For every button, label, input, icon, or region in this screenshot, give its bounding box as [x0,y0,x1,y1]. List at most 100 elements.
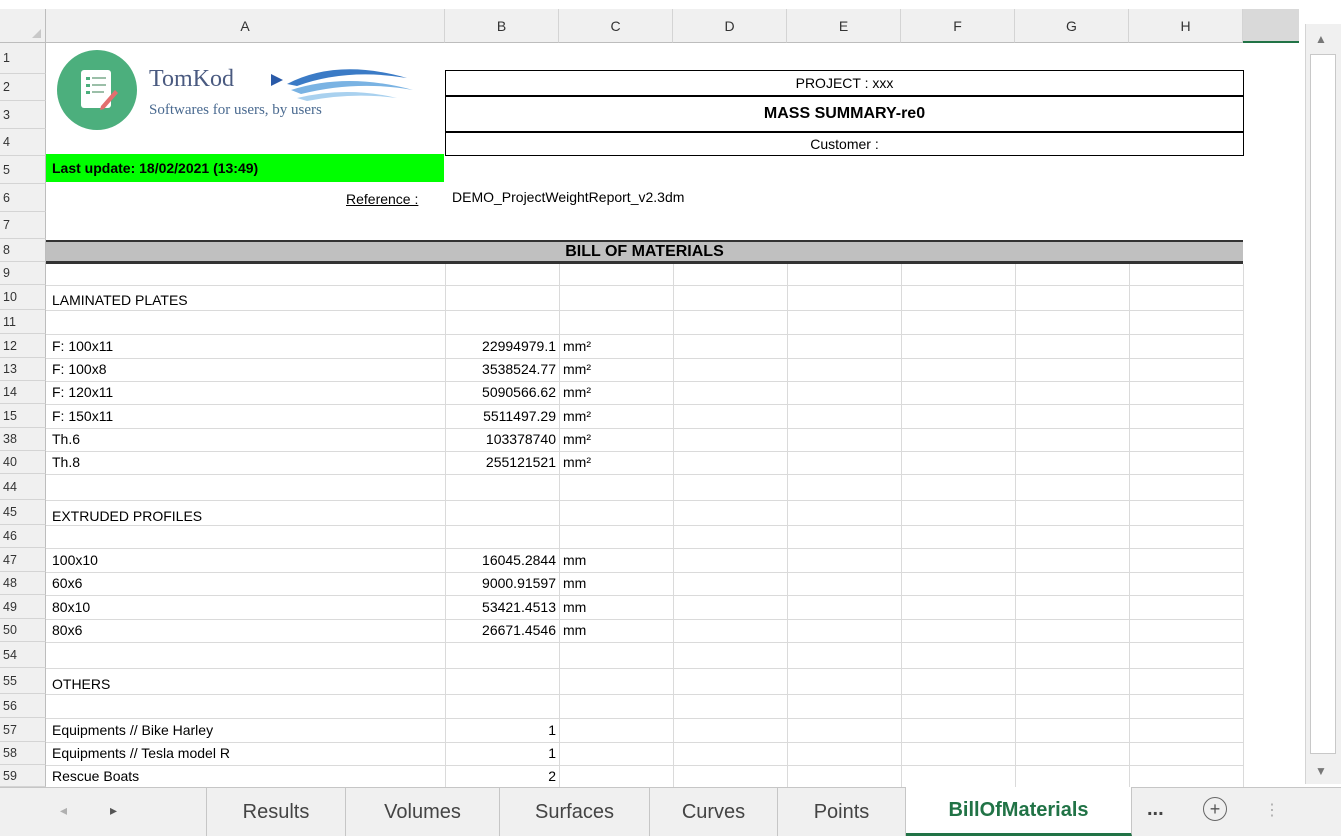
laminated-value[interactable]: 255121521 [445,452,556,473]
reference-value[interactable]: DEMO_ProjectWeightReport_v2.3dm [452,187,684,208]
laminated-name[interactable]: Th.6 [52,429,80,450]
extruded-value[interactable]: 53421.4513 [445,597,556,618]
extruded-unit[interactable]: mm [563,550,586,571]
extruded-value[interactable]: 26671.4546 [445,620,556,641]
laminated-name[interactable]: F: 100x11 [52,336,113,357]
laminated-name[interactable]: F: 100x8 [52,359,106,380]
laminated-name[interactable]: F: 120x11 [52,382,113,403]
laminated-name[interactable]: Th.8 [52,452,80,473]
tab-scroll-left-icon[interactable]: ◂ [60,802,67,819]
row-header-8[interactable]: 8 [0,239,46,262]
scroll-up-icon[interactable]: ▲ [1315,32,1327,46]
project-cell[interactable]: PROJECT : xxx [445,70,1244,96]
row-header-55[interactable]: 55 [0,668,46,694]
column-header-d[interactable]: D [673,9,787,43]
row-header-2[interactable]: 2 [0,74,46,101]
row-header-48[interactable]: 48 [0,572,46,595]
extruded-name[interactable]: 60x6 [52,573,82,594]
section-others[interactable]: OTHERS [52,674,110,695]
column-header-h[interactable]: H [1129,9,1243,43]
row-header-46[interactable]: 46 [0,525,46,548]
row-header-13[interactable]: 13 [0,358,46,381]
extruded-value[interactable]: 16045.2844 [445,550,556,571]
row-header-40[interactable]: 40 [0,451,46,474]
row-header-11[interactable]: 11 [0,310,46,334]
laminated-value[interactable]: 3538524.77 [445,359,556,380]
laminated-value[interactable]: 5090566.62 [445,382,556,403]
other-name[interactable]: Rescue Boats [52,766,139,787]
section-extruded-profiles[interactable]: EXTRUDED PROFILES [52,506,202,527]
row-header-38[interactable]: 38 [0,428,46,451]
laminated-unit[interactable]: mm² [563,452,591,473]
scroll-down-icon[interactable]: ▼ [1315,764,1327,778]
more-tabs-button[interactable]: ... [1147,798,1164,821]
laminated-name[interactable]: F: 150x11 [52,406,113,427]
row-header-12[interactable]: 12 [0,334,46,358]
tab-bar-splitter[interactable]: ⋮ [1264,800,1280,820]
tab-scroll-right-icon[interactable]: ▸ [110,802,117,819]
row-header-9[interactable]: 9 [0,262,46,285]
extruded-name[interactable]: 80x10 [52,597,90,618]
section-laminated-plates[interactable]: LAMINATED PLATES [52,290,188,311]
mass-summary-title[interactable]: MASS SUMMARY-re0 [445,96,1244,132]
vertical-scrollbar[interactable]: ▲ ▼ [1305,24,1341,784]
column-header-e[interactable]: E [787,9,901,43]
laminated-unit[interactable]: mm² [563,429,591,450]
tab-results[interactable]: Results [206,788,346,836]
select-all-corner[interactable] [0,9,46,43]
row-header-14[interactable]: 14 [0,381,46,404]
laminated-unit[interactable]: mm² [563,359,591,380]
bill-of-materials-title[interactable]: BILL OF MATERIALS [46,240,1243,264]
other-name[interactable]: Equipments // Tesla model R [52,743,230,764]
row-header-15[interactable]: 15 [0,404,46,428]
other-value[interactable]: 1 [445,720,556,741]
laminated-value[interactable]: 22994979.1 [445,336,556,357]
customer-cell[interactable]: Customer : [445,132,1244,156]
other-name[interactable]: Equipments // Bike Harley [52,720,213,741]
column-header-f[interactable]: F [901,9,1015,43]
extruded-name[interactable]: 100x10 [52,550,98,571]
column-header-c[interactable]: C [559,9,673,43]
spreadsheet-grid[interactable]: A B C D E F G H 1 2 3 4 5 6 7 8 9 10 11 12 13 14 15 38 4… [0,0,1341,836]
laminated-unit[interactable]: mm² [563,382,591,403]
row-header-49[interactable]: 49 [0,595,46,619]
laminated-value[interactable]: 103378740 [445,429,556,450]
laminated-value[interactable]: 5511497.29 [445,406,556,427]
row-header-54[interactable]: 54 [0,642,46,668]
row-header-47[interactable]: 47 [0,548,46,572]
column-header-b[interactable]: B [445,9,559,43]
row-header-1[interactable]: 1 [0,43,46,74]
row-header-4[interactable]: 4 [0,129,46,156]
tab-surfaces[interactable]: Surfaces [500,788,650,836]
row-header-7[interactable]: 7 [0,212,46,239]
selected-column-indicator[interactable] [1243,9,1299,43]
tab-curves[interactable]: Curves [650,788,778,836]
extruded-unit[interactable]: mm [563,620,586,641]
extruded-unit[interactable]: mm [563,573,586,594]
laminated-unit[interactable]: mm² [563,336,591,357]
laminated-unit[interactable]: mm² [563,406,591,427]
row-header-5[interactable]: 5 [0,156,46,184]
scroll-thumb[interactable] [1310,54,1336,754]
row-header-59[interactable]: 59 [0,765,46,787]
row-header-50[interactable]: 50 [0,619,46,642]
tab-volumes[interactable]: Volumes [346,788,500,836]
column-header-g[interactable]: G [1015,9,1129,43]
reference-label[interactable]: Reference : [346,189,418,210]
row-header-10[interactable]: 10 [0,285,46,310]
add-sheet-icon[interactable]: + [1203,797,1227,821]
tab-bill-of-materials[interactable]: BillOfMaterials [906,787,1132,836]
column-header-a[interactable]: A [46,9,445,43]
other-value[interactable]: 1 [445,743,556,764]
tab-points[interactable]: Points [778,788,906,836]
row-header-56[interactable]: 56 [0,694,46,718]
last-update-banner[interactable]: Last update: 18/02/2021 (13:49) [46,154,444,182]
row-header-45[interactable]: 45 [0,500,46,525]
extruded-value[interactable]: 9000.91597 [445,573,556,594]
extruded-unit[interactable]: mm [563,597,586,618]
row-header-57[interactable]: 57 [0,718,46,742]
row-header-44[interactable]: 44 [0,474,46,500]
row-header-6[interactable]: 6 [0,184,46,212]
other-value[interactable]: 2 [445,766,556,787]
extruded-name[interactable]: 80x6 [52,620,82,641]
